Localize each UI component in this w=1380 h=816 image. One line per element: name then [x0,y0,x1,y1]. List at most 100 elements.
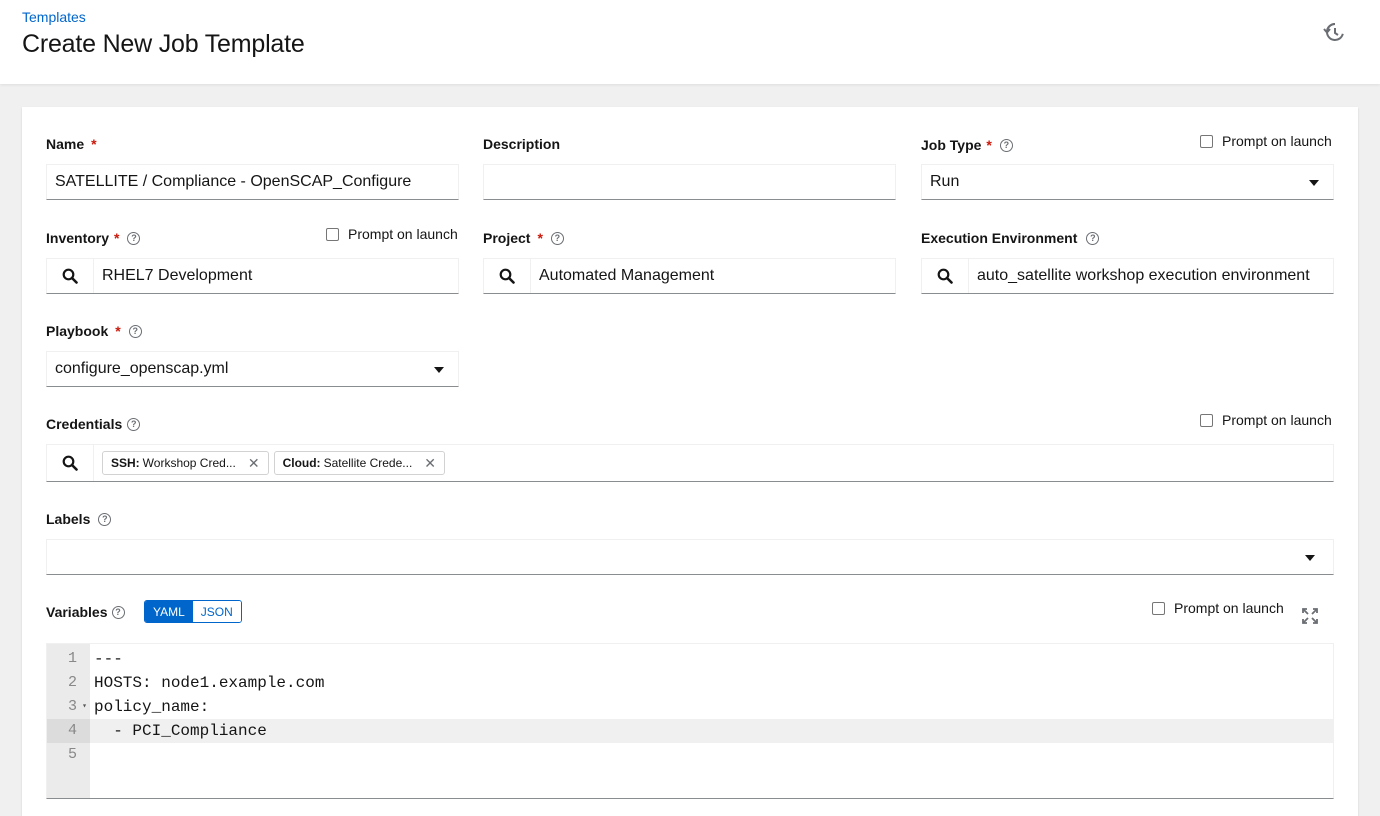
job-type-prompt-checkbox[interactable]: Prompt on launch [1200,133,1332,149]
code-line: 2 HOSTS: node1.example.com [47,671,1333,695]
form-card: Name * SATELLITE / Compliance - OpenSCAP_… [22,107,1358,816]
line-number: 2 [67,674,77,691]
line-number: 4 [47,719,90,743]
execution-environment-lookup[interactable]: auto_satellite workshop execution enviro… [921,258,1334,294]
caret-down-icon [434,367,444,373]
description-label: Description [483,136,561,152]
required-marker: * [114,230,120,246]
variables-mode-toggle: YAML JSON [144,600,242,623]
line-number: 1 [67,650,77,667]
prompt-label: Prompt on launch [348,226,458,242]
variables-code-editor[interactable]: 1 --- 2 HOSTS: node1.example.com 3 ▾ policy_… [46,643,1334,799]
json-toggle-button[interactable]: JSON [192,601,241,622]
code-line: 1 --- [47,647,1333,671]
search-icon[interactable] [47,445,94,481]
help-icon[interactable]: ? [128,324,142,338]
execution-environment-label-text: Execution Environment [921,230,1078,246]
labels-label-text: Labels [46,511,91,527]
name-input[interactable]: SATELLITE / Compliance - OpenSCAP_Config… [46,164,459,200]
inventory-label: Inventory *? [46,230,141,246]
playbook-label-text: Playbook [46,323,109,339]
execution-environment-label: Execution Environment? [921,230,1100,246]
project-lookup[interactable]: Automated Management [483,258,896,294]
expand-icon[interactable] [1302,608,1318,624]
help-icon[interactable]: ? [111,605,125,619]
code-text: - PCI_Compliance [94,722,267,740]
checkbox[interactable] [1200,134,1213,148]
job-type-label: Job Type *? [921,137,1013,153]
job-type-value: Run [930,173,960,190]
checkbox[interactable] [326,227,339,241]
checkbox[interactable] [1152,601,1165,615]
history-icon[interactable] [1322,20,1346,44]
search-icon[interactable] [922,259,969,293]
code-text: policy_name: [94,698,210,716]
checkbox[interactable] [1200,413,1213,427]
variables-prompt-checkbox[interactable]: Prompt on launch [1152,600,1284,616]
labels-label: Labels? [46,511,112,527]
credentials-label: Credentials? [46,416,141,432]
labels-select[interactable] [46,539,1334,575]
help-icon[interactable]: ? [127,231,141,245]
inventory-label-text: Inventory [46,230,110,246]
name-label: Name * [46,136,97,152]
job-type-label-text: Job Type [921,137,982,153]
credential-chip: Cloud: Satellite Crede... ✕ [273,451,446,475]
chip-type: SSH: [111,456,140,470]
inventory-lookup[interactable]: RHEL7 Development [46,258,459,294]
required-marker: * [986,137,992,153]
line-number-text: 3 [67,698,77,715]
help-icon[interactable]: ? [999,138,1013,152]
code-line-active: 4 - PCI_Compliance [47,719,1333,743]
required-marker: * [537,230,543,246]
credential-chip: SSH: Workshop Cred... ✕ [102,451,269,475]
execution-environment-value: auto_satellite workshop execution enviro… [977,267,1310,284]
search-icon[interactable] [47,259,94,293]
fold-arrow-icon[interactable]: ▾ [82,695,87,719]
description-input[interactable] [483,164,896,200]
caret-down-icon [1309,180,1319,186]
playbook-value: configure_openscap.yml [55,360,229,377]
yaml-toggle-button[interactable]: YAML [145,601,193,622]
job-type-select[interactable]: Run [921,164,1334,200]
required-marker: * [115,323,121,339]
required-marker: * [91,136,97,152]
close-icon[interactable]: ✕ [248,455,260,472]
breadcrumb-templates[interactable]: Templates [22,9,86,25]
code-line: 5 [47,743,1333,767]
page-title: Create New Job Template [22,30,305,58]
chip-type: Cloud: [282,456,321,470]
prompt-label: Prompt on launch [1222,412,1332,428]
code-text: HOSTS: node1.example.com [94,674,325,692]
help-icon[interactable]: ? [550,231,564,245]
chip-name: Workshop Cred... [142,456,236,470]
prompt-label: Prompt on launch [1174,600,1284,616]
variables-label-text: Variables [46,604,108,620]
help-icon[interactable]: ? [127,417,141,431]
project-label-text: Project [483,230,531,246]
inventory-prompt-checkbox[interactable]: Prompt on launch [326,226,458,242]
name-label-text: Name [46,136,85,152]
project-value: Automated Management [539,267,715,284]
page-header: Templates Create New Job Template [0,0,1380,84]
close-icon[interactable]: ✕ [424,455,436,472]
code-text: --- [94,650,123,668]
credential-chip-group: SSH: Workshop Cred... ✕ Cloud: Satellite C… [94,445,450,481]
help-icon[interactable]: ? [1086,231,1100,245]
playbook-select[interactable]: configure_openscap.yml [46,351,459,387]
prompt-label: Prompt on launch [1222,133,1332,149]
credentials-lookup[interactable]: SSH: Workshop Cred... ✕ Cloud: Satellite C… [46,444,1334,482]
line-number: 5 [67,746,77,763]
chip-name: Satellite Crede... [323,456,413,470]
variables-label: Variables? [46,604,125,620]
credentials-label-text: Credentials [46,416,123,432]
credentials-prompt-checkbox[interactable]: Prompt on launch [1200,412,1332,428]
help-icon[interactable]: ? [98,512,112,526]
code-line: 3 ▾ policy_name: [47,695,1333,719]
line-number: 3 ▾ [47,695,90,719]
caret-down-icon [1305,555,1315,561]
search-icon[interactable] [484,259,531,293]
playbook-label: Playbook *? [46,323,142,339]
inventory-value: RHEL7 Development [102,267,253,284]
project-label: Project *? [483,230,564,246]
